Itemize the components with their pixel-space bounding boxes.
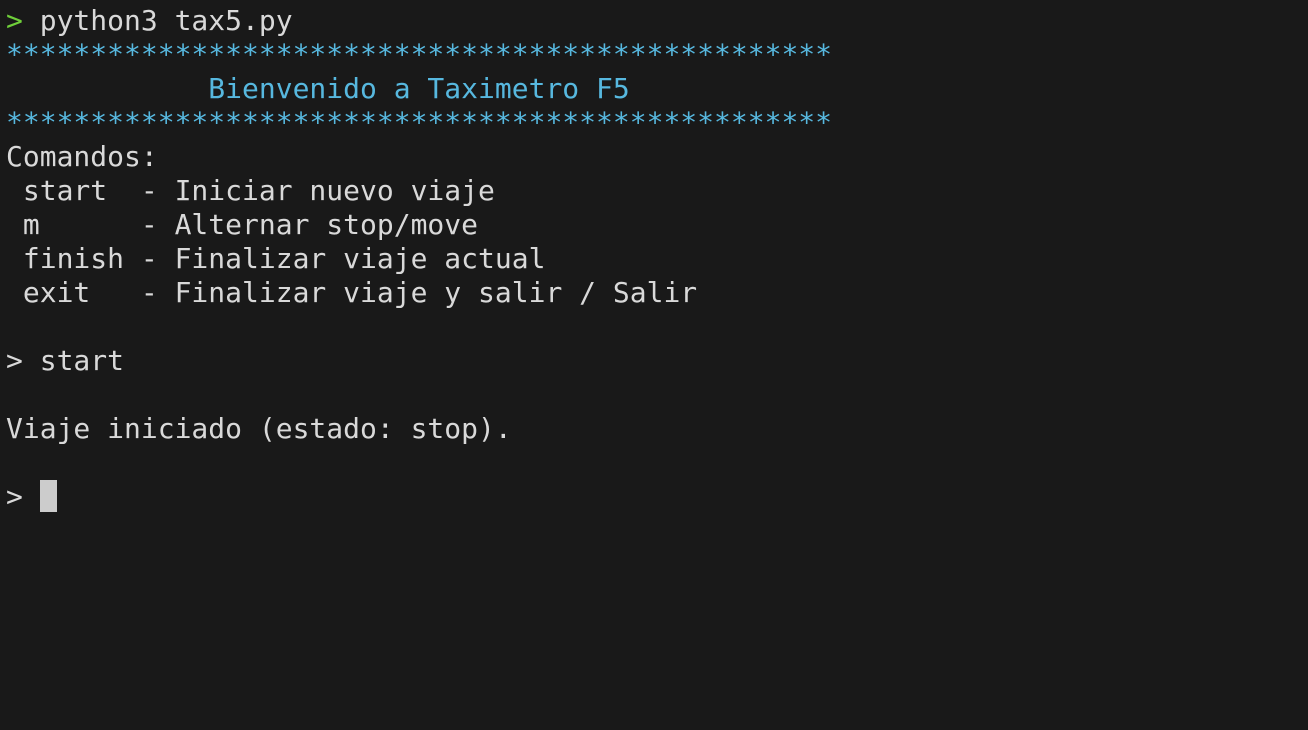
- banner-stars-top: ****************************************…: [6, 38, 833, 71]
- command-line-python: > python3 tax5.py: [6, 4, 1308, 38]
- banner-stars-bottom: ****************************************…: [6, 106, 833, 139]
- terminal-window[interactable]: > python3 tax5.py **********************…: [0, 0, 1308, 730]
- prompt-symbol: >: [6, 4, 23, 37]
- command-text: start: [39, 344, 125, 377]
- commands-heading: Comandos:: [6, 140, 158, 173]
- prompt-symbol: >: [6, 480, 23, 513]
- command-line-start: > start: [6, 344, 1308, 378]
- status-message: Viaje iniciado (estado: stop).: [6, 412, 512, 445]
- text-cursor: [39, 480, 57, 512]
- command-help-start: start - Iniciar nuevo viaje: [6, 174, 495, 207]
- banner-title: Bienvenido a Taximetro F5: [6, 72, 630, 105]
- input-line[interactable]: >: [6, 480, 1308, 514]
- command-help-exit: exit - Finalizar viaje y salir / Salir: [6, 276, 698, 309]
- command-help-finish: finish - Finalizar viaje actual: [6, 242, 546, 275]
- prompt-symbol: >: [6, 344, 23, 377]
- command-text: python3 tax5.py: [39, 4, 293, 37]
- command-help-m: m - Alternar stop/move: [6, 208, 479, 241]
